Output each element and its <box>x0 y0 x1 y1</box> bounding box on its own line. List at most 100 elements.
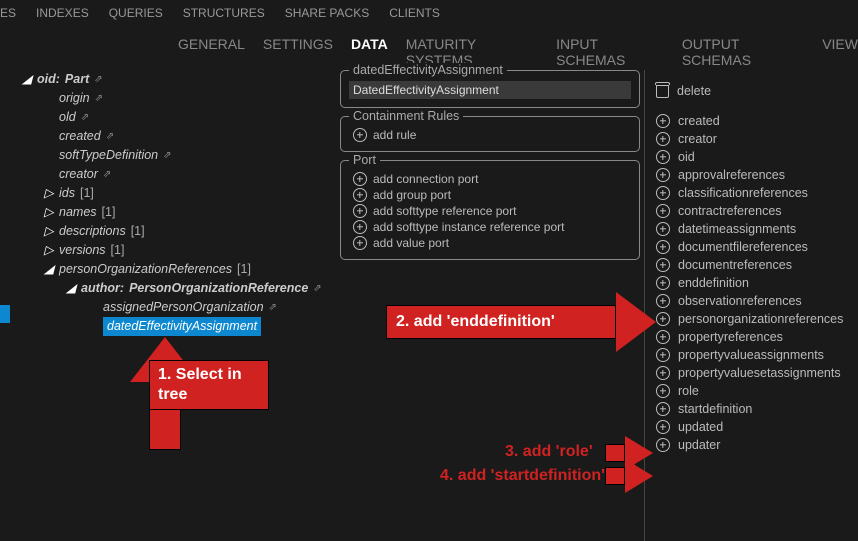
add-observationreferences[interactable]: observationreferences <box>656 292 856 310</box>
add-datetimeassignments[interactable]: datetimeassignments <box>656 220 856 238</box>
plus-icon <box>656 438 670 452</box>
add-oid[interactable]: oid <box>656 148 856 166</box>
plus-icon <box>656 240 670 254</box>
twisty-icon[interactable]: ◢ <box>66 279 76 298</box>
annotation-1: 1. Select in tree <box>149 360 269 410</box>
annotation-2: 2. add 'enddefinition' <box>396 313 555 331</box>
menu-es[interactable]: ES <box>0 6 16 20</box>
tab-settings[interactable]: SETTINGS <box>263 36 333 68</box>
plus-icon <box>656 420 670 434</box>
panel-title: datedEffectivityAssignment <box>349 63 507 77</box>
add-classificationreferences[interactable]: classificationreferences <box>656 184 856 202</box>
twisty-icon[interactable]: ▷ <box>44 222 54 241</box>
tree-dated-effectivity[interactable]: datedEffectivityAssignment <box>22 317 362 336</box>
add-updated[interactable]: updated <box>656 418 856 436</box>
link-icon: ⇗ <box>163 146 171 165</box>
plus-icon <box>656 222 670 236</box>
panel-title: Containment Rules <box>349 109 463 123</box>
add-connection-port[interactable]: add connection port <box>349 171 631 187</box>
menu-indexes[interactable]: INDEXES <box>36 6 89 20</box>
add-enddefinition[interactable]: enddefinition <box>656 274 856 292</box>
tree-descriptions[interactable]: ▷descriptions[1] <box>22 222 362 241</box>
link-icon: ⇗ <box>81 108 89 127</box>
tree-ids[interactable]: ▷ids[1] <box>22 184 362 203</box>
tree-oid[interactable]: ◢ oid: Part ⇗ <box>22 70 362 89</box>
add-updater[interactable]: updater <box>656 436 856 454</box>
tree-author[interactable]: ◢ author: PersonOrganizationReference ⇗ <box>22 279 362 298</box>
annotation-4: 4. add 'startdefinition' <box>440 467 605 485</box>
delete-action[interactable]: delete <box>656 82 856 100</box>
panel-containment-rules: Containment Rules add rule <box>340 116 640 152</box>
tree-created[interactable]: created⇗ <box>22 127 362 146</box>
panel-item-dated[interactable]: DatedEffectivityAssignment <box>349 81 631 99</box>
tab-input-schemas[interactable]: INPUT SCHEMAS <box>556 36 664 68</box>
menu-clients[interactable]: CLIENTS <box>389 6 440 20</box>
tree-names[interactable]: ▷names[1] <box>22 203 362 222</box>
add-rule-button[interactable]: add rule <box>349 127 631 143</box>
plus-icon <box>656 168 670 182</box>
annotation-arrow-4-stem <box>605 467 625 485</box>
tree-origin[interactable]: origin⇗ <box>22 89 362 108</box>
tab-view[interactable]: VIEW <box>822 36 858 68</box>
plus-icon <box>353 128 367 142</box>
annotation-arrow-4-icon <box>625 459 653 493</box>
panel-dated-effectivity: datedEffectivityAssignment DatedEffectiv… <box>340 70 640 108</box>
link-icon: ⇗ <box>94 70 102 89</box>
menu-structures[interactable]: STRUCTURES <box>183 6 265 20</box>
panel-port: Port add connection port add group port … <box>340 160 640 260</box>
actions-list: delete created creator oid approvalrefer… <box>656 82 856 454</box>
link-icon: ⇗ <box>313 279 321 298</box>
add-group-port[interactable]: add group port <box>349 187 631 203</box>
add-created[interactable]: created <box>656 112 856 130</box>
tab-general[interactable]: GENERAL <box>178 36 245 68</box>
twisty-icon[interactable]: ▷ <box>44 203 54 222</box>
plus-icon <box>656 114 670 128</box>
tree-oid-type: Part <box>65 70 89 89</box>
center-panels: datedEffectivityAssignment DatedEffectiv… <box>340 70 640 268</box>
tree-versions[interactable]: ▷versions[1] <box>22 241 362 260</box>
plus-icon <box>656 402 670 416</box>
add-contractreferences[interactable]: contractreferences <box>656 202 856 220</box>
annotation-3: 3. add 'role' <box>505 443 593 461</box>
menu-queries[interactable]: QUERIES <box>109 6 163 20</box>
link-icon: ⇗ <box>103 165 111 184</box>
object-tree: ◢ oid: Part ⇗ origin⇗ old⇗ created⇗ soft… <box>22 70 362 336</box>
plus-icon <box>656 330 670 344</box>
add-softtype-inst-port[interactable]: add softtype instance reference port <box>349 219 631 235</box>
link-icon: ⇗ <box>95 89 103 108</box>
add-documentfilereferences[interactable]: documentfilereferences <box>656 238 856 256</box>
add-value-port[interactable]: add value port <box>349 235 631 251</box>
tree-softtype[interactable]: softTypeDefinition⇗ <box>22 146 362 165</box>
add-propertyvalueassignments[interactable]: propertyvalueassignments <box>656 346 856 364</box>
tree-assignedpersonorg[interactable]: assignedPersonOrganization⇗ <box>22 298 362 317</box>
menu-sharepacks[interactable]: SHARE PACKS <box>285 6 369 20</box>
tree-creator[interactable]: creator⇗ <box>22 165 362 184</box>
add-startdefinition[interactable]: startdefinition <box>656 400 856 418</box>
add-approvalreferences[interactable]: approvalreferences <box>656 166 856 184</box>
twisty-icon[interactable]: ▷ <box>44 241 54 260</box>
plus-icon <box>353 204 367 218</box>
twisty-icon[interactable]: ▷ <box>44 184 54 203</box>
plus-icon <box>656 276 670 290</box>
plus-icon <box>656 384 670 398</box>
plus-icon <box>656 348 670 362</box>
add-propertyvaluesetassignments[interactable]: propertyvaluesetassignments <box>656 364 856 382</box>
add-role[interactable]: role <box>656 382 856 400</box>
tree-old[interactable]: old⇗ <box>22 108 362 127</box>
top-menu: ES INDEXES QUERIES STRUCTURES SHARE PACK… <box>0 0 858 26</box>
add-propertyreferences[interactable]: propertyreferences <box>656 328 856 346</box>
plus-icon <box>353 220 367 234</box>
plus-icon <box>656 258 670 272</box>
plus-icon <box>353 188 367 202</box>
tab-output-schemas[interactable]: OUTPUT SCHEMAS <box>682 36 804 68</box>
plus-icon <box>353 172 367 186</box>
panel-title: Port <box>349 153 380 167</box>
selection-indicator <box>0 305 10 323</box>
tree-personorgrefs[interactable]: ◢personOrganizationReferences[1] <box>22 260 362 279</box>
add-documentreferences[interactable]: documentreferences <box>656 256 856 274</box>
twisty-icon[interactable]: ◢ <box>22 70 32 89</box>
add-creator[interactable]: creator <box>656 130 856 148</box>
add-softtype-ref-port[interactable]: add softtype reference port <box>349 203 631 219</box>
twisty-icon[interactable]: ◢ <box>44 260 54 279</box>
add-personorganizationreferences[interactable]: personorganizationreferences <box>656 310 856 328</box>
